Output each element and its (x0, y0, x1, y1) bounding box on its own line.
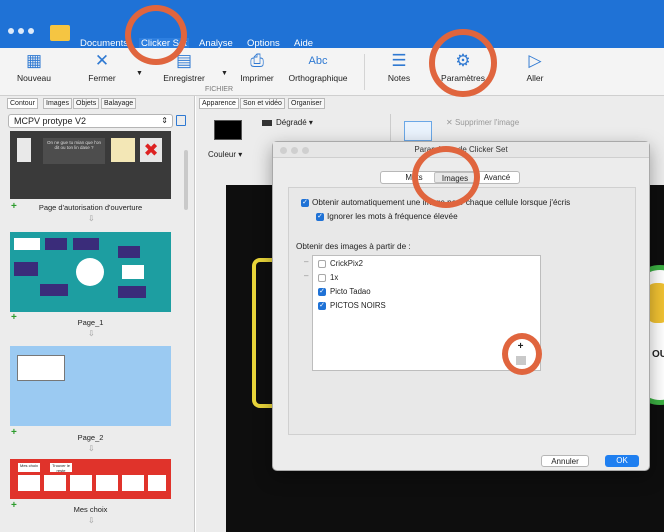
orthographique-button[interactable]: Abc Orthographique (286, 48, 350, 96)
thumb-cell (17, 355, 65, 381)
list-view-icon[interactable] (176, 115, 186, 126)
enregistrer-dropdown-chevron-icon[interactable]: ▼ (221, 70, 228, 77)
thumb-cell (118, 286, 146, 298)
tab-objets[interactable]: Objets (73, 98, 100, 109)
picto-tadao-checkbox[interactable]: ✓ (318, 288, 326, 296)
source-label: Obtenir des images à partir de : (296, 242, 411, 251)
tab-avance[interactable]: Avancé (478, 172, 516, 183)
imprimer-button[interactable]: ⎙ Imprimer (234, 48, 280, 96)
thumb-circle (76, 258, 104, 286)
auto-image-checkbox[interactable]: ✓ (301, 199, 309, 207)
source-item: PICTOS NOIRS (330, 301, 386, 310)
notes-button[interactable]: ☰ Notes (382, 48, 416, 96)
down-arrow-icon: ⇩ (88, 444, 95, 453)
thumb-cell (122, 475, 144, 491)
thumb-cell (118, 246, 140, 258)
notes-icon: ☰ (391, 51, 407, 70)
thumb-cell (14, 238, 40, 250)
highlight-ring-clicker-set (125, 5, 187, 65)
window-zoom-dot[interactable] (28, 28, 34, 34)
tab-son-video[interactable]: Son et vidéo (240, 98, 285, 109)
thumb-cell (14, 262, 38, 276)
door-image (17, 138, 31, 162)
page-thumbnail[interactable] (10, 346, 171, 426)
source-item: 1x (330, 273, 339, 282)
crickpix2-checkbox[interactable] (318, 260, 326, 268)
play-arrow-icon: ▷ (528, 51, 542, 70)
thumb-cell (40, 284, 68, 296)
remove-x-icon: ✕ (446, 118, 455, 127)
down-arrow-icon: ⇩ (88, 329, 95, 338)
dialog-zoom-dot[interactable] (302, 147, 309, 154)
thumb-cell (148, 475, 166, 491)
gradient-icon (262, 120, 272, 126)
thumb-cell (122, 265, 144, 279)
ribbon-divider (364, 54, 365, 90)
tab-organiser[interactable]: Organiser (288, 98, 325, 109)
thumb-no-icon: ✖ (140, 138, 162, 162)
chevron-updown-icon: ⇕ (161, 116, 168, 125)
thumb-question-cell: On ne gue tu mian que l'on dit ou ton li… (43, 138, 105, 164)
page-label: Mes choix (73, 505, 108, 514)
fermer-button[interactable]: ✕ Fermer (80, 48, 124, 96)
thumb-yes-cell (111, 138, 135, 162)
page-thumbnail[interactable]: Mes choix Trouver le reste (10, 459, 171, 499)
nouveau-button[interactable]: ▦ Nouveau (12, 48, 56, 96)
toolbar-divider (390, 114, 391, 142)
1x-checkbox[interactable] (318, 274, 326, 282)
tab-images[interactable]: Images (43, 98, 72, 109)
close-x-icon: ✕ (94, 51, 110, 70)
set-selector[interactable]: MCPV protype V2 ⇕ (8, 114, 173, 128)
thumb-cell: Trouver le reste (50, 463, 72, 473)
page-label: Page_2 (77, 433, 104, 442)
thumb-cell: Mes choix (18, 463, 40, 472)
degrade-dropdown[interactable]: Dégradé ▾ (276, 118, 313, 127)
new-grid-icon: ▦ (25, 51, 43, 70)
dialog-close-dot[interactable] (280, 147, 287, 154)
down-arrow-icon: ⇩ (88, 214, 95, 223)
row-handle: – (304, 257, 309, 266)
printer-icon: ⎙ (250, 51, 264, 70)
page-label: Page_1 (77, 318, 104, 327)
couleur-dropdown[interactable]: Couleur ▾ (208, 150, 242, 159)
aller-button[interactable]: ▷ Aller (518, 48, 552, 96)
spellcheck-icon: Abc (308, 55, 328, 67)
remove-image-button[interactable]: ✕ Supprimer l'image (446, 118, 519, 127)
tab-balayage[interactable]: Balayage (101, 98, 137, 109)
canvas-yellow-cell[interactable] (252, 258, 272, 408)
tab-apparence[interactable]: Apparence (199, 98, 239, 109)
ribbon-group-label: FICHIER (205, 86, 233, 93)
thumb-cell (44, 475, 66, 491)
pictos-noirs-checkbox[interactable]: ✓ (318, 302, 326, 310)
thumb-cell (45, 238, 67, 250)
ignore-frequent-checkbox[interactable]: ✓ (316, 213, 324, 221)
window-minimize-dot[interactable] (18, 28, 24, 34)
page-thumbnail[interactable]: On ne gue tu mian que l'on dit ou ton li… (10, 131, 171, 199)
highlight-ring-add-button (502, 333, 542, 375)
dialog-minimize-dot[interactable] (291, 147, 298, 154)
ignore-frequent-label: Ignorer les mots à fréquence élevée (327, 212, 458, 221)
window-close-dot[interactable] (8, 28, 14, 34)
down-arrow-icon: ⇩ (88, 516, 95, 525)
fermer-dropdown-chevron-icon[interactable]: ▼ (136, 70, 143, 77)
ok-button[interactable]: OK (605, 455, 639, 467)
highlight-ring-images-tab (412, 146, 480, 208)
thumb-cell (96, 475, 118, 491)
left-scrollbar[interactable] (184, 150, 188, 210)
thumb-cell (18, 475, 40, 491)
source-item: CrickPix2 (330, 259, 363, 268)
folder-icon (50, 25, 70, 41)
page-label: Page d'autorisation d'ouverture (38, 203, 143, 212)
row-handle: – (304, 271, 309, 280)
tab-contour[interactable]: Contour (7, 98, 38, 109)
cancel-button[interactable]: Annuler (541, 455, 589, 467)
image-placeholder-icon[interactable] (404, 121, 432, 141)
source-item: Picto Tadao (330, 287, 371, 296)
page-thumbnail[interactable] (10, 232, 171, 312)
thumb-cell (73, 238, 99, 250)
thumb-cell (70, 475, 92, 491)
highlight-ring-parametres (429, 29, 497, 97)
color-swatch[interactable] (214, 120, 242, 140)
canvas-cell-text: OU (652, 349, 664, 360)
